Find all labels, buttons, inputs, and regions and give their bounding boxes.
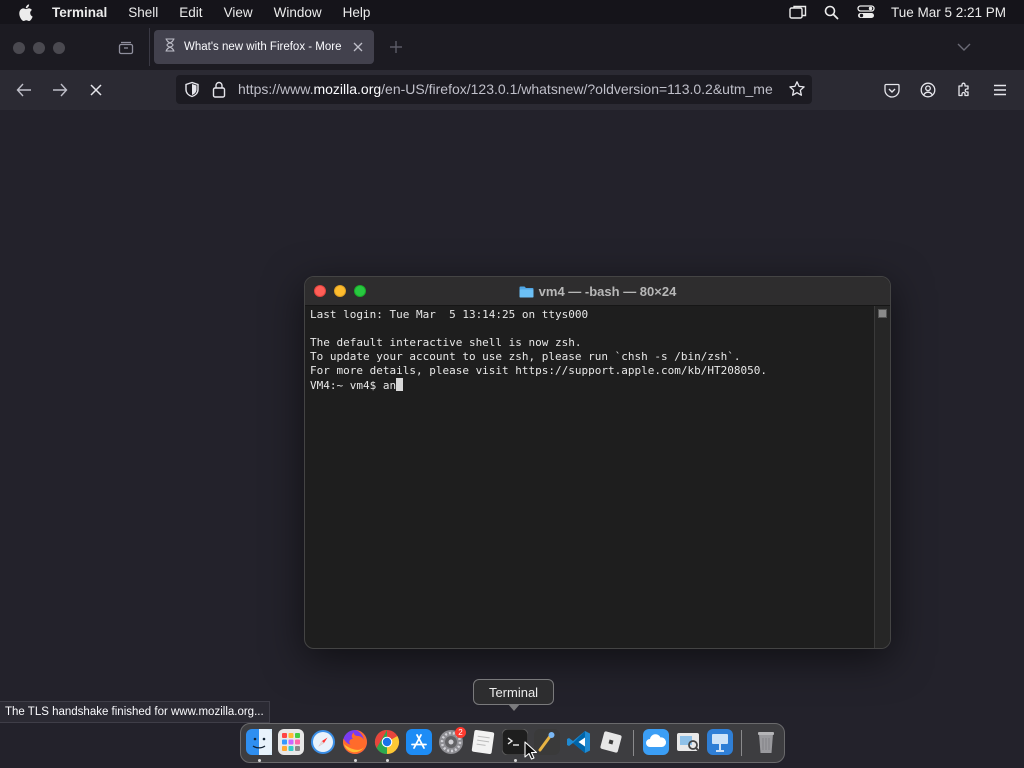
terminal-line: ​ <box>310 322 873 336</box>
address-bar[interactable]: https://www.mozilla.org/en-US/firefox/12… <box>176 75 812 104</box>
launchpad-icon[interactable] <box>278 729 304 755</box>
menu-bar: Terminal Shell Edit View Window Help Tue… <box>0 0 1024 24</box>
firefox-view-icon[interactable] <box>115 37 137 59</box>
lock-icon[interactable] <box>212 81 226 98</box>
terminal-title: vm4 — -bash — 80×24 <box>305 277 890 306</box>
pocket-icon[interactable] <box>882 80 902 100</box>
dock-tooltip: Terminal <box>473 679 554 705</box>
terminal-line: For more details, please visit https://s… <box>310 364 767 377</box>
bookmark-star-icon[interactable] <box>788 80 806 98</box>
back-arrow-icon[interactable] <box>13 80 35 100</box>
tab-separator <box>149 28 150 66</box>
hourglass-icon <box>164 37 176 57</box>
screen-mirroring-icon[interactable] <box>781 0 815 24</box>
folder-icon <box>519 286 534 298</box>
menu-terminal[interactable]: Terminal <box>52 5 107 20</box>
terminal-window[interactable]: vm4 — -bash — 80×24 Last login: Tue Mar … <box>304 276 891 649</box>
safari-icon[interactable] <box>310 729 336 755</box>
menu-window[interactable]: Window <box>274 5 322 20</box>
terminal-line: Last login: Tue Mar 5 13:14:25 on ttys00… <box>310 308 589 321</box>
roblox-icon[interactable] <box>598 729 624 755</box>
shell-prompt: VM4:~ vm4$ <box>310 379 383 392</box>
icloud-icon[interactable] <box>643 729 669 755</box>
forward-arrow-icon[interactable] <box>49 80 71 100</box>
menu-help[interactable]: Help <box>343 5 371 20</box>
firefox-minimize-button[interactable] <box>33 42 45 54</box>
finder-running-indicator <box>258 759 261 762</box>
hamburger-menu-icon[interactable] <box>990 80 1010 100</box>
terminal-line: To update your account to use zsh, pleas… <box>310 350 741 363</box>
terminal-title-text: vm4 — -bash — 80×24 <box>538 284 677 299</box>
firefox-running-indicator <box>354 759 357 762</box>
finder-icon[interactable] <box>246 729 272 755</box>
menu-shell[interactable]: Shell <box>128 5 158 20</box>
url-text[interactable]: https://www.mozilla.org/en-US/firefox/12… <box>238 81 778 99</box>
account-icon[interactable] <box>918 80 938 100</box>
vscode-icon[interactable] <box>566 729 592 755</box>
typed-command: an <box>382 379 397 392</box>
firefox-icon[interactable] <box>342 729 368 755</box>
terminal-scrollbar[interactable] <box>874 306 890 648</box>
keynote-icon[interactable] <box>707 729 733 755</box>
menu-view[interactable]: View <box>224 5 253 20</box>
close-tab-icon[interactable] <box>350 39 366 55</box>
scrollbar-thumb[interactable] <box>878 309 887 318</box>
text-cursor <box>396 378 404 391</box>
url-host: mozilla.org <box>313 81 382 97</box>
preview-icon[interactable] <box>675 729 701 755</box>
trash-icon[interactable] <box>753 729 779 755</box>
textedit-icon[interactable] <box>470 729 496 755</box>
dock-separator <box>741 730 742 756</box>
dock-separator <box>633 730 634 756</box>
menu-edit[interactable]: Edit <box>179 5 202 20</box>
terminal-output[interactable]: Last login: Tue Mar 5 13:14:25 on ttys00… <box>310 307 873 645</box>
terminal-line: The default interactive shell is now zsh… <box>310 336 582 349</box>
dock <box>240 723 785 763</box>
tracking-protection-shield-icon[interactable] <box>184 81 200 98</box>
tab-whats-new-firefox[interactable]: What's new with Firefox - More <box>154 30 374 64</box>
new-tab-icon[interactable] <box>386 37 406 57</box>
apple-icon[interactable] <box>18 3 36 21</box>
chrome-icon[interactable] <box>374 729 400 755</box>
extensions-puzzle-icon[interactable] <box>954 80 974 100</box>
settings-notification-badge: 2 <box>455 727 466 738</box>
stop-loading-icon[interactable] <box>85 80 107 100</box>
app-store-icon[interactable] <box>406 729 432 755</box>
firefox-zoom-button[interactable] <box>53 42 65 54</box>
url-prefix: https://www. <box>238 81 314 97</box>
spotlight-search-icon[interactable] <box>815 0 849 24</box>
firefox-close-button[interactable] <box>13 42 25 54</box>
mouse-pointer-icon <box>524 741 538 760</box>
terminal-prompt-line[interactable]: VM4:~ vm4$ an <box>310 378 873 393</box>
tooltip-arrow <box>508 704 520 711</box>
chevron-down-icon[interactable] <box>955 38 973 56</box>
control-center-icon[interactable] <box>849 0 883 24</box>
tab-title: What's new with Firefox - More <box>184 41 342 53</box>
status-panel: The TLS handshake finished for www.mozil… <box>0 701 270 723</box>
terminal-running-indicator <box>514 759 517 762</box>
menubar-clock[interactable]: Tue Mar 5 2:21 PM <box>891 5 1006 20</box>
url-path: /en-US/firefox/123.0.1/whatsnew/?oldvers… <box>381 81 773 97</box>
chrome-running-indicator <box>386 759 389 762</box>
